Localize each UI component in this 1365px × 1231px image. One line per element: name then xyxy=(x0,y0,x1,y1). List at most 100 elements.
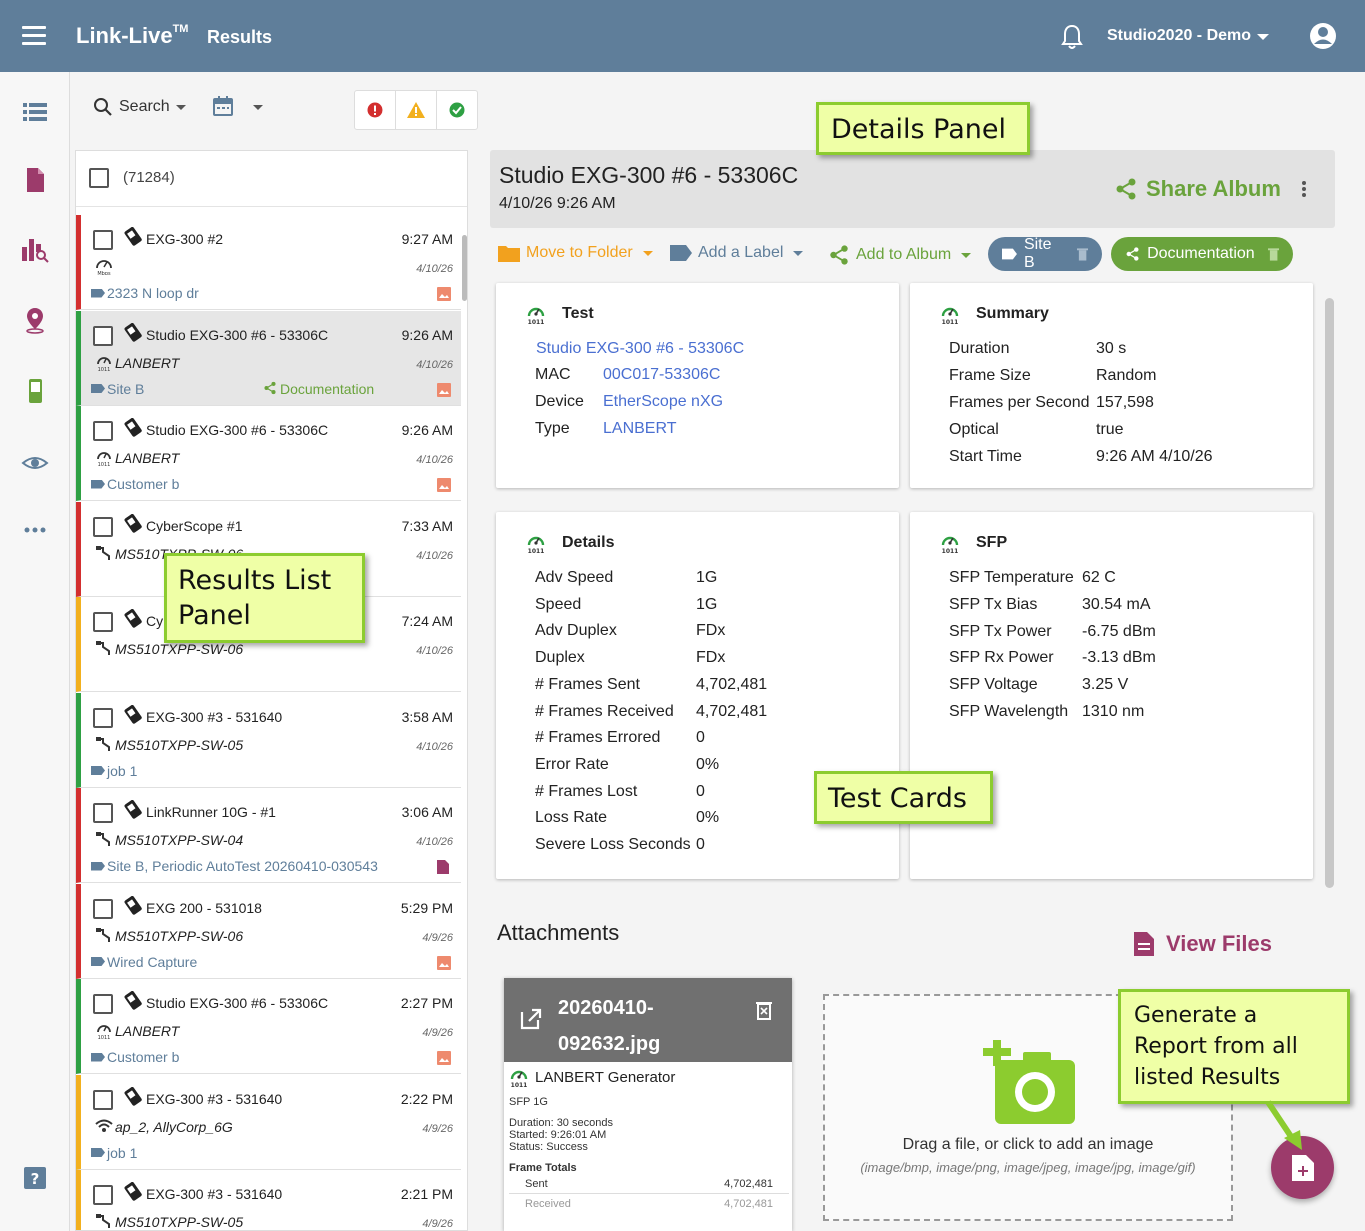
user-avatar-icon[interactable] xyxy=(1309,22,1337,50)
trash-icon[interactable] xyxy=(1076,247,1088,261)
result-label[interactable]: 2323 N loop dr xyxy=(91,285,199,301)
row-checkbox[interactable] xyxy=(93,516,113,537)
row-checkbox[interactable] xyxy=(93,707,113,728)
details-scrollbar[interactable] xyxy=(1325,298,1334,888)
row-checkbox[interactable] xyxy=(93,612,113,632)
more-vert-icon[interactable] xyxy=(1302,181,1306,197)
result-row[interactable]: Studio EXG-300 #6 - 53306C 9:26 AM 1011 … xyxy=(76,310,461,406)
result-row[interactable]: EXG 200 - 531018 5:29 PM MS510TXPP-SW-06… xyxy=(76,883,461,979)
field-label: Frames per Second xyxy=(949,394,1090,411)
result-label[interactable]: job 1 xyxy=(91,763,137,779)
image-attachment-icon[interactable] xyxy=(437,1051,451,1065)
result-count: (71284) xyxy=(123,169,175,186)
result-row[interactable]: EXG-300 #2 9:27 AM Mbps 4/10/26 2323 N l… xyxy=(76,215,461,310)
row-checkbox[interactable] xyxy=(93,230,113,250)
account-selector[interactable]: Studio2020 - Demo xyxy=(1107,27,1251,45)
app-brand[interactable]: Link-LiveTM xyxy=(76,23,188,49)
menu-icon[interactable] xyxy=(22,26,46,46)
field-value: -6.75 dBm xyxy=(1082,622,1156,640)
chevron-down-icon[interactable] xyxy=(253,105,263,110)
share-album-button[interactable]: Share Album xyxy=(1114,176,1281,202)
result-subtitle: LANBERT xyxy=(115,450,180,466)
result-label-text: Wired Capture xyxy=(107,953,198,970)
chevron-down-icon[interactable] xyxy=(1257,34,1269,40)
result-label[interactable]: Customer b xyxy=(91,1049,179,1065)
album-pill-documentation[interactable]: Documentation xyxy=(1111,237,1293,271)
label-pill-site-b[interactable]: Site B xyxy=(988,236,1102,271)
result-label[interactable]: Site B xyxy=(91,381,144,397)
result-subtitle: MS510TXPP-SW-05 xyxy=(115,1214,244,1230)
cable-icon xyxy=(95,1212,113,1230)
share-icon xyxy=(263,381,277,398)
field-value: 1310 nm xyxy=(1082,703,1145,720)
field-value: -3.13 dBm xyxy=(1082,649,1156,667)
view-files-button[interactable]: View Files xyxy=(1134,931,1272,957)
label-icon xyxy=(91,384,105,393)
image-attachment-icon[interactable] xyxy=(437,478,451,492)
result-name: Studio EXG-300 #6 - 53306C xyxy=(146,422,329,438)
image-attachment-icon[interactable] xyxy=(437,955,451,970)
move-to-folder-button[interactable]: Move to Folder xyxy=(498,244,653,262)
row-checkbox[interactable] xyxy=(93,898,113,919)
help-icon[interactable]: ? xyxy=(21,1164,49,1192)
label-icon xyxy=(91,861,105,871)
result-album[interactable]: Documentation xyxy=(263,381,374,398)
add-to-album-button[interactable]: Add to Album xyxy=(828,244,972,266)
filter-pass-button[interactable] xyxy=(437,91,477,129)
test-name-link[interactable]: Studio EXG-300 #6 - 53306C xyxy=(536,340,744,358)
result-row[interactable]: Studio EXG-300 #6 - 53306C 9:26 AM 1011 … xyxy=(76,406,461,501)
image-attachment-icon[interactable] xyxy=(437,382,451,397)
row-checkbox[interactable] xyxy=(93,1089,113,1110)
row-checkbox[interactable] xyxy=(93,1185,113,1205)
trash-icon[interactable] xyxy=(1267,247,1279,261)
result-label[interactable]: Site B, Periodic AutoTest 20260410-03054… xyxy=(91,858,378,874)
list-scrollbar[interactable] xyxy=(462,235,467,301)
document-attachment-icon[interactable] xyxy=(437,860,451,874)
eye-icon[interactable] xyxy=(21,449,49,477)
field-value[interactable]: LANBERT xyxy=(603,420,677,438)
result-row[interactable]: LinkRunner 10G - #1 3:06 AM MS510TXPP-SW… xyxy=(76,788,461,883)
trash-icon[interactable] xyxy=(756,1000,772,1020)
field-value[interactable]: EtherScope nXG xyxy=(603,393,723,411)
cable-icon xyxy=(95,544,113,562)
result-time: 9:26 AM xyxy=(401,326,453,343)
result-label[interactable]: Customer b xyxy=(91,476,179,492)
row-checkbox[interactable] xyxy=(93,421,113,441)
attachment-thumbnail[interactable]: 20260410- 092632.jpg 1011 LANBERT Generat… xyxy=(504,978,792,1231)
calendar-icon[interactable] xyxy=(212,95,234,117)
result-row[interactable]: EXG-300 #3 - 531640 3:58 AM MS510TXPP-SW… xyxy=(76,692,461,788)
result-label[interactable]: Wired Capture xyxy=(91,954,197,970)
svg-text:1011: 1011 xyxy=(528,548,545,554)
document-icon[interactable] xyxy=(21,166,49,194)
result-row[interactable]: EXG-300 #3 - 531640 2:21 PM MS510TXPP-SW… xyxy=(76,1170,461,1230)
analytics-icon[interactable] xyxy=(21,235,49,263)
add-photo-icon xyxy=(983,1040,1075,1124)
row-checkbox[interactable] xyxy=(93,325,113,346)
location-pin-icon[interactable] xyxy=(21,306,49,334)
add-label-button[interactable]: Add a Label xyxy=(670,244,804,262)
result-date: 4/9/26 xyxy=(422,1218,453,1230)
gauge-icon: 1011 xyxy=(940,303,960,325)
result-date: 4/9/26 xyxy=(422,1122,453,1135)
row-checkbox[interactable] xyxy=(93,803,113,823)
result-row[interactable]: Studio EXG-300 #6 - 53306C 2:27 PM 1011 … xyxy=(76,979,461,1074)
result-name: Studio EXG-300 #6 - 53306C xyxy=(146,326,329,343)
more-options-icon[interactable] xyxy=(21,516,49,544)
gauge-icon: 1011 xyxy=(509,1066,529,1088)
filter-warning-button[interactable] xyxy=(396,91,437,129)
select-all-checkbox[interactable] xyxy=(89,168,109,188)
image-attachment-icon[interactable] xyxy=(437,287,451,301)
label-icon xyxy=(91,957,105,966)
field-value[interactable]: 00C017-53306C xyxy=(603,366,720,384)
result-row[interactable]: EXG-300 #3 - 531640 2:22 PM ap_2, AllyCo… xyxy=(76,1074,461,1170)
result-label[interactable]: job 1 xyxy=(91,1145,137,1161)
results-list-icon[interactable] xyxy=(21,98,49,126)
filter-fail-button[interactable] xyxy=(355,91,396,129)
search-button[interactable]: Search xyxy=(93,97,186,117)
device-icon[interactable] xyxy=(21,377,49,405)
result-label-text: job 1 xyxy=(107,1144,138,1161)
bell-icon[interactable] xyxy=(1060,24,1084,50)
open-external-icon[interactable] xyxy=(520,1008,542,1030)
field-value: 157,598 xyxy=(1096,394,1154,411)
row-checkbox[interactable] xyxy=(93,994,113,1014)
